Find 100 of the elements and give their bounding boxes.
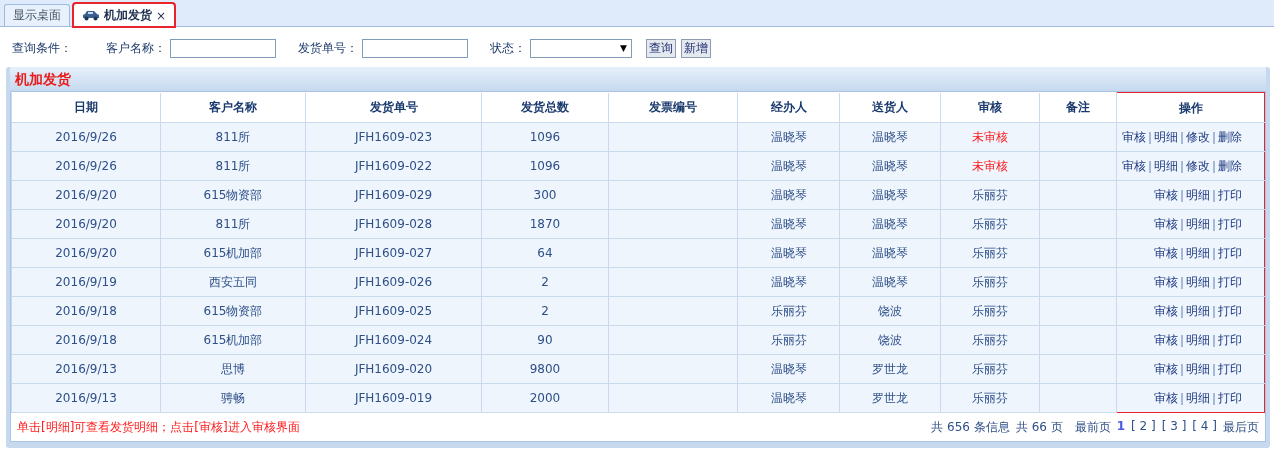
action-link[interactable]: 审核: [1122, 130, 1146, 144]
action-link[interactable]: 明细: [1154, 130, 1178, 144]
table-cell: JFH1609-020: [305, 354, 482, 384]
column-header: 审核: [940, 92, 1040, 123]
table-cell: 615物资部: [160, 296, 306, 326]
table-cell: 乐丽芬: [940, 180, 1040, 210]
action-link[interactable]: 明细: [1186, 246, 1210, 260]
table-cell: 2016/9/20: [11, 180, 161, 210]
table-cell: 乐丽芬: [737, 325, 840, 355]
input-field[interactable]: [362, 38, 468, 58]
table-cell: 811所: [160, 209, 306, 239]
action-link[interactable]: 明细: [1186, 304, 1210, 318]
table-cell: 温晓琴: [839, 238, 941, 268]
table-cell: JFH1609-019: [305, 383, 482, 413]
table-cell: 9800: [481, 354, 609, 384]
table-cell: 乐丽芬: [940, 354, 1040, 384]
input-field[interactable]: [170, 38, 276, 58]
table-cell: JFH1609-023: [305, 122, 482, 152]
action-link[interactable]: 打印: [1218, 391, 1242, 405]
action-link[interactable]: 审核: [1154, 246, 1178, 260]
table-cell: JFH1609-024: [305, 325, 482, 355]
action-link[interactable]: 明细: [1186, 391, 1210, 405]
action-link[interactable]: 打印: [1218, 246, 1242, 260]
table-cell: 温晓琴: [737, 354, 840, 384]
status-dropdown[interactable]: ▼: [530, 38, 632, 58]
table-cell: 温晓琴: [839, 209, 941, 239]
column-header: 操作: [1116, 92, 1265, 123]
action-link[interactable]: 修改: [1186, 130, 1210, 144]
action-link[interactable]: 打印: [1218, 304, 1242, 318]
table-cell: 罗世龙: [839, 383, 941, 413]
action-link[interactable]: 修改: [1186, 159, 1210, 173]
action-link[interactable]: 审核: [1122, 159, 1146, 173]
action-link[interactable]: 明细: [1186, 217, 1210, 231]
column-header: 经办人: [737, 92, 840, 123]
action-link[interactable]: 打印: [1218, 275, 1242, 289]
table-cell: 罗世龙: [839, 354, 941, 384]
action-link[interactable]: 审核: [1154, 275, 1178, 289]
panel-title: 机加发货: [10, 67, 1266, 91]
action-link[interactable]: 审核: [1154, 391, 1178, 405]
table-cell: 90: [481, 325, 609, 355]
tab[interactable]: 机加发货 ×: [73, 3, 176, 27]
page-summary: 共 66 页: [1015, 418, 1063, 436]
action-link[interactable]: 明细: [1186, 188, 1210, 202]
page-link[interactable]: 1: [1116, 418, 1126, 436]
filter-title: 查询条件：: [12, 39, 72, 57]
page-link[interactable]: [ 4 ]: [1192, 418, 1217, 436]
action-link[interactable]: 明细: [1186, 275, 1210, 289]
page-link[interactable]: [ 2 ]: [1131, 418, 1156, 436]
column-header: 备注: [1039, 92, 1117, 123]
table-cell: 615物资部: [160, 180, 306, 210]
table-cell: 温晓琴: [839, 267, 941, 297]
hint-text: 单击[明细]可查看发货明细；点击[审核]进入审核界面: [17, 418, 300, 436]
table-cell: 1096: [481, 151, 609, 181]
close-button[interactable]: ×: [156, 8, 167, 23]
action-link[interactable]: 审核: [1154, 217, 1178, 231]
table-cell: 温晓琴: [839, 122, 941, 152]
action-link[interactable]: 审核: [1154, 362, 1178, 376]
action-link[interactable]: 删除: [1218, 130, 1242, 144]
tab[interactable]: 显示桌面: [4, 4, 70, 26]
table-cell: 1096: [481, 122, 609, 152]
action-link[interactable]: 打印: [1218, 362, 1242, 376]
action-link[interactable]: 打印: [1218, 333, 1242, 347]
last-page-link[interactable]: 最后页: [1223, 418, 1259, 436]
table-cell: 乐丽芬: [940, 209, 1040, 239]
table-cell: 温晓琴: [737, 180, 840, 210]
action-link[interactable]: 审核: [1154, 304, 1178, 318]
table-cell: 1870: [481, 209, 609, 239]
field-label: 客户名称：: [106, 39, 166, 57]
table-cell: 2016/9/26: [11, 122, 161, 152]
action-link[interactable]: 明细: [1154, 159, 1178, 173]
action-link[interactable]: 明细: [1186, 362, 1210, 376]
table-cell: 饶波: [839, 325, 941, 355]
action-link[interactable]: 明细: [1186, 333, 1210, 347]
first-page-link[interactable]: 最前页: [1074, 418, 1111, 436]
table-cell: 温晓琴: [737, 238, 840, 268]
action-link[interactable]: 打印: [1218, 217, 1242, 231]
action-button[interactable]: 查询: [646, 38, 676, 58]
table-cell: 西安五同: [160, 267, 306, 297]
action-link[interactable]: 删除: [1218, 159, 1242, 173]
table-cell: 2016/9/13: [11, 383, 161, 413]
action-link[interactable]: 打印: [1218, 188, 1242, 202]
table-cell: 未审核: [940, 151, 1040, 181]
page-link[interactable]: [ 3 ]: [1161, 418, 1187, 436]
table-cell: JFH1609-029: [305, 180, 482, 210]
table-cell: 乐丽芬: [940, 296, 1040, 326]
action-button[interactable]: 新增: [681, 38, 711, 58]
action-link[interactable]: 审核: [1154, 188, 1178, 202]
action-link[interactable]: 审核: [1154, 333, 1178, 347]
table-cell: 2016/9/20: [11, 209, 161, 239]
table-cell: 乐丽芬: [940, 383, 1040, 413]
table-cell: 2016/9/26: [11, 151, 161, 181]
table-cell: 2016/9/13: [11, 354, 161, 384]
column-header: 发票编号: [608, 92, 738, 123]
table-cell: 2: [481, 267, 609, 297]
table-cell: 乐丽芬: [940, 325, 1040, 355]
table-cell: 温晓琴: [737, 209, 840, 239]
column-header: 发货总数: [481, 92, 609, 123]
column-header: 日期: [11, 92, 161, 123]
table-cell: 骋畅: [160, 383, 306, 413]
table-cell: 饶波: [839, 296, 941, 326]
